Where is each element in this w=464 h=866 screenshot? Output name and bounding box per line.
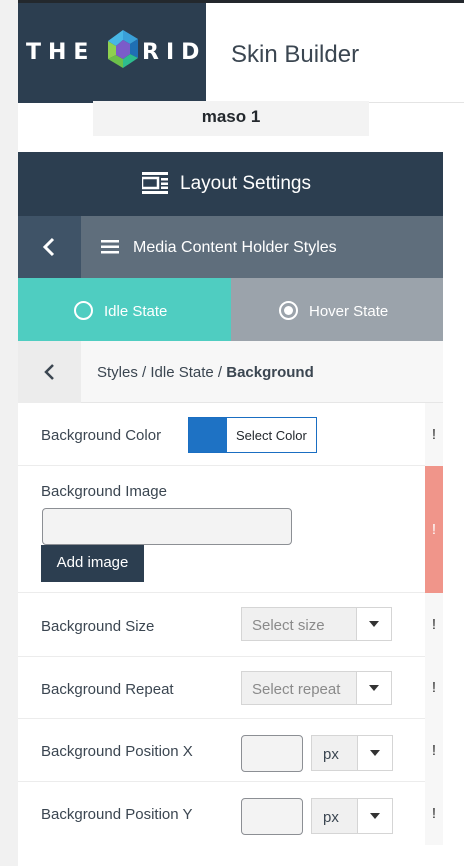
background-repeat-select[interactable]: Select repeat: [241, 671, 392, 705]
background-size-row: Background Size Select size: [18, 593, 425, 657]
caret-down-icon: [357, 736, 392, 770]
section-title: Media Content Holder Styles: [133, 239, 337, 256]
the-grid-logo: THE RID: [18, 3, 206, 103]
color-swatch: [189, 418, 227, 452]
position-y-unit-select[interactable]: px: [311, 798, 393, 834]
caret-down-icon: [356, 608, 391, 640]
background-size-label: Background Size: [41, 618, 155, 635]
background-color-label: Background Color: [41, 427, 162, 444]
background-repeat-label: Background Repeat: [41, 681, 174, 698]
background-position-x-label: Background Position X: [41, 743, 193, 760]
breadcrumb-current: Background: [226, 364, 314, 381]
select-color-label: Select Color: [236, 428, 307, 443]
important-toggle[interactable]: !: [425, 466, 443, 593]
select-size-placeholder: Select size: [252, 617, 325, 634]
skin-name-display: maso 1: [93, 101, 369, 136]
layout-settings-icon: [142, 172, 168, 194]
hover-state-label: Hover State: [309, 303, 389, 320]
logo-mark-icon: [108, 30, 138, 68]
layout-settings-bar[interactable]: Layout Settings: [18, 152, 443, 216]
background-position-y-label: Background Position Y: [41, 806, 193, 823]
important-toggle[interactable]: !: [425, 719, 443, 782]
background-position-x-row: Background Position X px: [18, 719, 425, 782]
app-header: THE RID Skin Builder: [18, 3, 464, 103]
back-button[interactable]: [18, 216, 81, 278]
breadcrumb-back-button[interactable]: [18, 341, 81, 403]
unit-value: px: [323, 809, 339, 826]
tab-hover-state[interactable]: Hover State: [231, 278, 443, 341]
background-color-row: Background Color Select Color: [18, 403, 425, 466]
important-toggle[interactable]: !: [425, 593, 443, 657]
logo-text-right: RID: [142, 40, 207, 65]
layout-settings-label: Layout Settings: [180, 173, 311, 194]
add-image-button[interactable]: Add image: [41, 545, 144, 582]
background-position-y-row: Background Position Y px: [18, 782, 425, 845]
caret-down-icon: [356, 672, 391, 704]
breadcrumb: Styles / Idle State / Background: [18, 341, 443, 403]
breadcrumb-path: Styles / Idle State / Background: [97, 364, 314, 381]
left-gutter: [0, 0, 18, 866]
select-repeat-placeholder: Select repeat: [252, 681, 341, 698]
important-toggle[interactable]: !: [425, 782, 443, 845]
important-toggle[interactable]: !: [425, 403, 443, 466]
position-x-input[interactable]: [241, 735, 303, 772]
logo-text-left: THE: [26, 40, 96, 65]
breadcrumb-prefix: Styles / Idle State /: [97, 364, 227, 381]
background-image-input[interactable]: [42, 508, 292, 545]
important-toggle[interactable]: !: [425, 657, 443, 719]
background-size-select[interactable]: Select size: [241, 607, 392, 641]
page-title: Skin Builder: [231, 41, 360, 68]
position-x-unit-select[interactable]: px: [311, 735, 393, 771]
menu-icon: [101, 240, 119, 254]
background-repeat-row: Background Repeat Select repeat: [18, 657, 425, 719]
select-color-button[interactable]: Select Color: [188, 417, 317, 453]
position-y-input[interactable]: [241, 798, 303, 835]
hover-radio[interactable]: [279, 301, 298, 320]
unit-value: px: [323, 746, 339, 763]
background-image-label: Background Image: [41, 483, 167, 500]
idle-state-label: Idle State: [104, 303, 168, 320]
section-header: Media Content Holder Styles: [18, 216, 443, 278]
chevron-left-icon: [44, 364, 54, 380]
chevron-left-icon: [42, 237, 55, 257]
caret-down-icon: [357, 799, 392, 833]
idle-radio[interactable]: [74, 301, 93, 320]
tab-idle-state[interactable]: Idle State: [18, 278, 231, 341]
background-image-row: Background Image Add image: [18, 466, 425, 593]
